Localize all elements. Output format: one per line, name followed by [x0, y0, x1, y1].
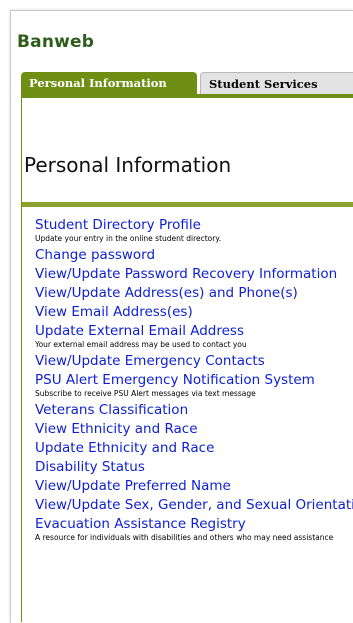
page-title: Personal Information — [24, 153, 232, 177]
menu-item-description: Update your entry in the online student … — [35, 234, 222, 243]
menu-item-preferred-name: View/Update Preferred Name — [35, 476, 353, 495]
tab-student-services[interactable]: Student Services — [200, 72, 353, 94]
menu-item-description: Subscribe to receive PSU Alert messages … — [35, 389, 256, 398]
psu-alert-link[interactable]: PSU Alert Emergency Notification System — [35, 370, 353, 389]
preferred-name-link[interactable]: View/Update Preferred Name — [35, 476, 353, 495]
tab-underline — [21, 94, 353, 98]
disability-status-link[interactable]: Disability Status — [35, 457, 353, 476]
menu-item-sex-gender: View/Update Sex, Gender, and Sexual Orie… — [35, 495, 353, 514]
menu-item-external-email: Update External Email Address Your exter… — [35, 321, 353, 351]
content-border — [21, 98, 22, 622]
tab-personal-information[interactable]: Personal Information — [21, 72, 197, 94]
menu-item-description: Your external email address may be used … — [35, 340, 247, 349]
view-ethnicity-link[interactable]: View Ethnicity and Race — [35, 419, 353, 438]
sex-gender-link[interactable]: View/Update Sex, Gender, and Sexual Orie… — [35, 495, 353, 514]
view-email-link[interactable]: View Email Address(es) — [35, 302, 353, 321]
menu-item-view-email: View Email Address(es) — [35, 302, 353, 321]
emergency-contacts-link[interactable]: View/Update Emergency Contacts — [35, 351, 353, 370]
address-phone-link[interactable]: View/Update Address(es) and Phone(s) — [35, 283, 353, 302]
menu-item-description: A resource for individuals with disabili… — [35, 533, 334, 542]
app-title: Banweb — [17, 32, 95, 52]
menu-item-evacuation: Evacuation Assistance Registry A resourc… — [35, 514, 353, 544]
menu-item-update-ethnicity: Update Ethnicity and Race — [35, 438, 353, 457]
section-divider — [22, 202, 353, 207]
change-password-link[interactable]: Change password — [35, 245, 353, 264]
password-recovery-link[interactable]: View/Update Password Recovery Informatio… — [35, 264, 353, 283]
menu-item-change-password: Change password — [35, 245, 353, 264]
update-ethnicity-link[interactable]: Update Ethnicity and Race — [35, 438, 353, 457]
veterans-classification-link[interactable]: Veterans Classification — [35, 400, 353, 419]
menu-item-password-recovery: View/Update Password Recovery Informatio… — [35, 264, 353, 283]
menu-item-veterans: Veterans Classification — [35, 400, 353, 419]
menu-item-student-directory-profile: Student Directory Profile Update your en… — [35, 215, 353, 245]
menu-item-psu-alert: PSU Alert Emergency Notification System … — [35, 370, 353, 400]
evacuation-registry-link[interactable]: Evacuation Assistance Registry — [35, 514, 353, 533]
menu-list: Student Directory Profile Update your en… — [35, 215, 353, 544]
external-email-link[interactable]: Update External Email Address — [35, 321, 353, 340]
student-directory-profile-link[interactable]: Student Directory Profile — [35, 215, 353, 234]
menu-item-view-ethnicity: View Ethnicity and Race — [35, 419, 353, 438]
menu-item-address-phone: View/Update Address(es) and Phone(s) — [35, 283, 353, 302]
menu-item-emergency-contacts: View/Update Emergency Contacts — [35, 351, 353, 370]
menu-item-disability: Disability Status — [35, 457, 353, 476]
